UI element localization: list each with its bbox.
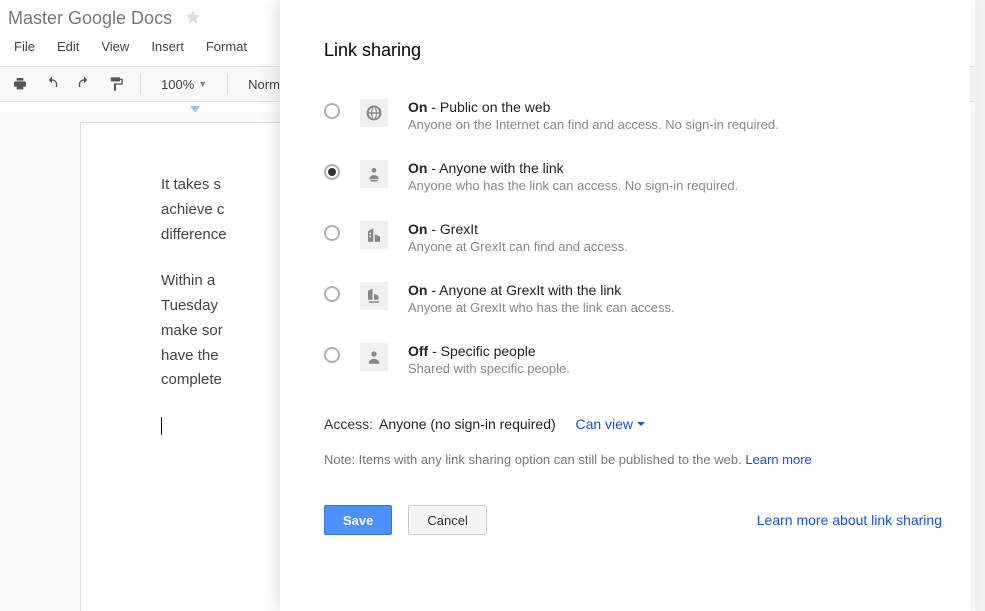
text-cursor — [161, 417, 162, 435]
access-row: Access: Anyone (no sign-in required) Can… — [324, 416, 942, 432]
note-learn-more-link[interactable]: Learn more — [745, 452, 811, 467]
option-title: On - Public on the web — [408, 99, 779, 115]
paint-format-icon[interactable] — [102, 70, 130, 98]
building-icon — [360, 221, 388, 249]
menu-edit[interactable]: Edit — [47, 35, 89, 58]
learn-more-link[interactable]: Learn more about link sharing — [757, 512, 942, 528]
note: Note: Items with any link sharing option… — [324, 452, 942, 467]
option-title: On - Anyone at GrexIt with the link — [408, 282, 675, 298]
zoom-dropdown[interactable]: 100% ▼ — [151, 77, 217, 92]
dialog-title: Link sharing — [324, 40, 942, 61]
separator — [227, 73, 228, 95]
link-sharing-dialog: Link sharing On - Public on the web Anyo… — [280, 0, 970, 611]
option-description: Shared with specific people. — [408, 361, 570, 376]
document-title[interactable]: Master Google Docs — [8, 8, 184, 29]
zoom-value: 100% — [161, 77, 194, 92]
radio[interactable] — [324, 347, 340, 363]
menu-file[interactable]: File — [4, 35, 45, 58]
radio[interactable] — [324, 103, 340, 119]
option-description: Anyone at GrexIt who has the link can ac… — [408, 300, 675, 315]
option-title: On - GrexIt — [408, 221, 628, 237]
menu-insert[interactable]: Insert — [141, 35, 194, 58]
option-title: On - Anyone with the link — [408, 160, 738, 176]
menu-view[interactable]: View — [91, 35, 139, 58]
star-icon[interactable] — [184, 8, 202, 29]
option-title: Off - Specific people — [408, 343, 570, 359]
radio[interactable] — [324, 225, 340, 241]
dialog-footer: Save Cancel Learn more about link sharin… — [324, 505, 942, 535]
print-icon[interactable] — [6, 70, 34, 98]
menu-format[interactable]: Format — [196, 35, 257, 58]
radio[interactable] — [324, 164, 340, 180]
sharing-options: On - Public on the web Anyone on the Int… — [324, 99, 942, 376]
access-permission-dropdown[interactable]: Can view — [575, 416, 645, 432]
access-scope: Anyone (no sign-in required) — [379, 416, 556, 432]
option-description: Anyone on the Internet can find and acce… — [408, 117, 779, 132]
option-anyone-link[interactable]: On - Anyone with the link Anyone who has… — [324, 160, 942, 193]
option-org[interactable]: On - GrexIt Anyone at GrexIt can find an… — [324, 221, 942, 254]
redo-icon[interactable] — [70, 70, 98, 98]
separator — [140, 73, 141, 95]
style-value: Norm — [248, 77, 280, 92]
cancel-button[interactable]: Cancel — [408, 505, 486, 535]
access-label: Access: — [324, 416, 373, 432]
option-org-link[interactable]: On - Anyone at GrexIt with the link Anyo… — [324, 282, 942, 315]
person-link-icon — [360, 160, 388, 188]
caret-down-icon — [637, 422, 645, 426]
note-text: Note: Items with any link sharing option… — [324, 452, 742, 467]
globe-icon — [360, 99, 388, 127]
building-link-icon — [360, 282, 388, 310]
save-button[interactable]: Save — [324, 505, 392, 535]
access-permission-label: Can view — [575, 416, 633, 432]
option-description: Anyone at GrexIt can find and access. — [408, 239, 628, 254]
option-description: Anyone who has the link can access. No s… — [408, 178, 738, 193]
radio[interactable] — [324, 286, 340, 302]
person-icon — [360, 343, 388, 371]
option-specific-people[interactable]: Off - Specific people Shared with specif… — [324, 343, 942, 376]
right-gutter — [975, 0, 985, 611]
option-public-web[interactable]: On - Public on the web Anyone on the Int… — [324, 99, 942, 132]
undo-icon[interactable] — [38, 70, 66, 98]
